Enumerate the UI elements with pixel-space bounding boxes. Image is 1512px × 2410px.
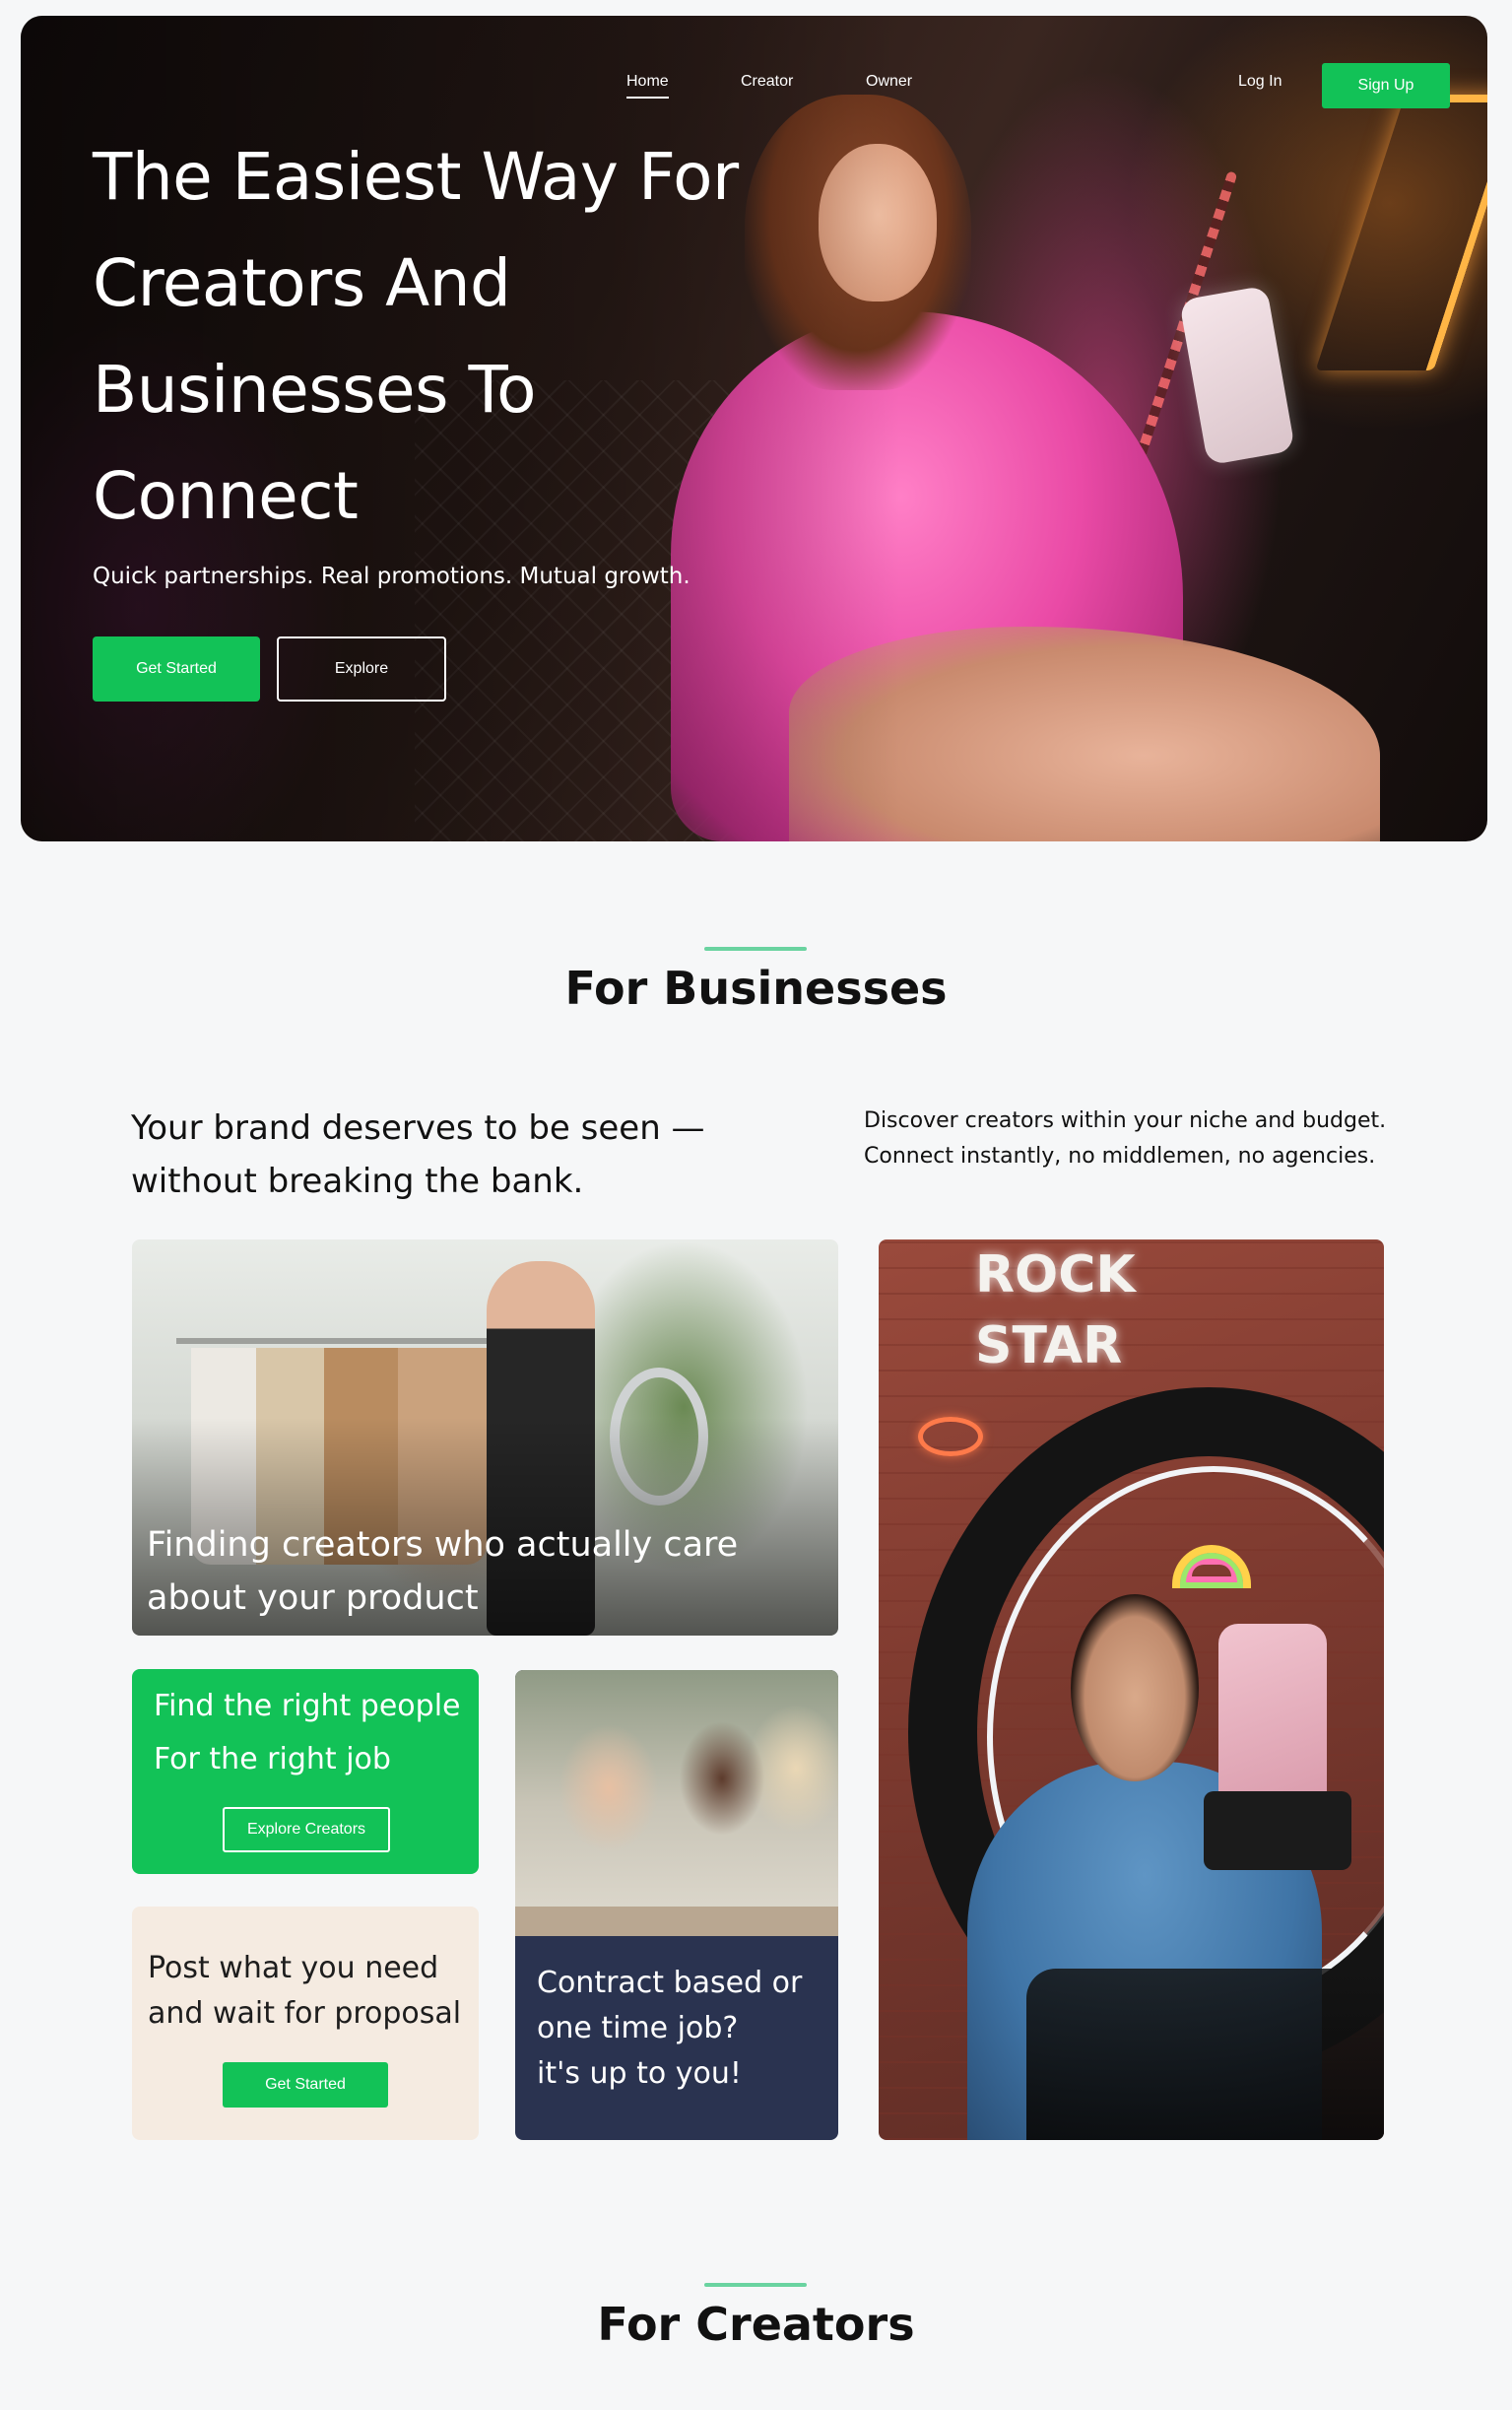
nav-owner[interactable]: Owner <box>866 73 912 91</box>
card-subline: For the right job <box>154 1742 391 1776</box>
nav-home[interactable]: Home <box>626 73 669 99</box>
get-started-button[interactable]: Get Started <box>93 636 260 702</box>
mounted-phone <box>1218 1624 1327 1811</box>
neon-sign: ROCK STAR <box>975 1239 1136 1381</box>
caption-line: Finding creators who actually care <box>147 1525 739 1565</box>
hero-title-line: Businesses To <box>93 352 537 428</box>
photo-table <box>515 1907 838 1936</box>
card-finding-creators: Finding creators who actually care about… <box>132 1239 838 1636</box>
card-find-people: Find the right people For the right job … <box>132 1669 479 1874</box>
card-text: Post what you need and wait for proposal <box>148 1946 473 2037</box>
creators-heading: For Creators <box>597 2298 915 2351</box>
card-contract: Contract based or one time job? it's up … <box>515 1670 838 2140</box>
group-photo <box>515 1670 838 1936</box>
hero-title-line: Creators And <box>93 245 511 321</box>
card-headline: Find the right people <box>154 1689 461 1723</box>
hero-subtitle: Quick partnerships. Real promotions. Mut… <box>93 564 690 589</box>
card-text-line: and wait for proposal <box>148 1996 462 2031</box>
card-post-need: Post what you need and wait for proposal… <box>132 1907 479 2140</box>
card-text: Contract based or one time job? it's up … <box>537 1961 832 2097</box>
card-caption: Finding creators who actually care about… <box>147 1518 817 1625</box>
card-text-line: Post what you need <box>148 1951 439 1985</box>
neon-sign-line: ROCK <box>975 1245 1136 1305</box>
businesses-description: Discover creators within your niche and … <box>864 1104 1475 1174</box>
hero-title-line: The Easiest Way For <box>93 139 739 215</box>
explore-button[interactable]: Explore <box>277 636 446 702</box>
ring-person-head <box>1071 1594 1199 1781</box>
businesses-lead: Your brand deserves to be seen — without… <box>131 1102 771 1208</box>
card-text-line: it's up to you! <box>537 2056 742 2091</box>
description-line: Discover creators within your niche and … <box>864 1108 1387 1133</box>
hero-banner: Home Creator Owner Log In Sign Up The Ea… <box>21 16 1487 841</box>
description-line: Connect instantly, no middlemen, no agen… <box>864 1144 1376 1169</box>
hero-title: The Easiest Way For Creators And Busines… <box>93 124 841 550</box>
hero-title-line: Connect <box>93 458 359 534</box>
signup-button[interactable]: Sign Up <box>1322 63 1450 108</box>
neon-lips-sign <box>918 1417 983 1456</box>
card-text-line: one time job? <box>537 2011 739 2045</box>
card-ring-light-photo: ROCK STAR <box>879 1239 1384 2140</box>
card-text-line: Contract based or <box>537 1966 803 2000</box>
caption-line: about your product <box>147 1578 479 1618</box>
phone-mount <box>1204 1791 1351 1870</box>
explore-creators-button[interactable]: Explore Creators <box>223 1807 390 1852</box>
section-accent-bar <box>704 947 807 951</box>
businesses-heading: For Businesses <box>564 962 948 1015</box>
lead-line: Your brand deserves to be seen — <box>131 1108 705 1148</box>
foreground-equipment <box>1026 1969 1384 2140</box>
section-accent-bar <box>704 2283 807 2287</box>
login-link[interactable]: Log In <box>1238 73 1282 91</box>
top-nav: Home Creator Owner Log In Sign Up <box>21 63 1487 108</box>
neon-sign-line: STAR <box>975 1316 1123 1375</box>
nav-creator[interactable]: Creator <box>741 73 793 91</box>
lead-line: without breaking the bank. <box>131 1162 584 1201</box>
card-get-started-button[interactable]: Get Started <box>223 2062 388 2108</box>
